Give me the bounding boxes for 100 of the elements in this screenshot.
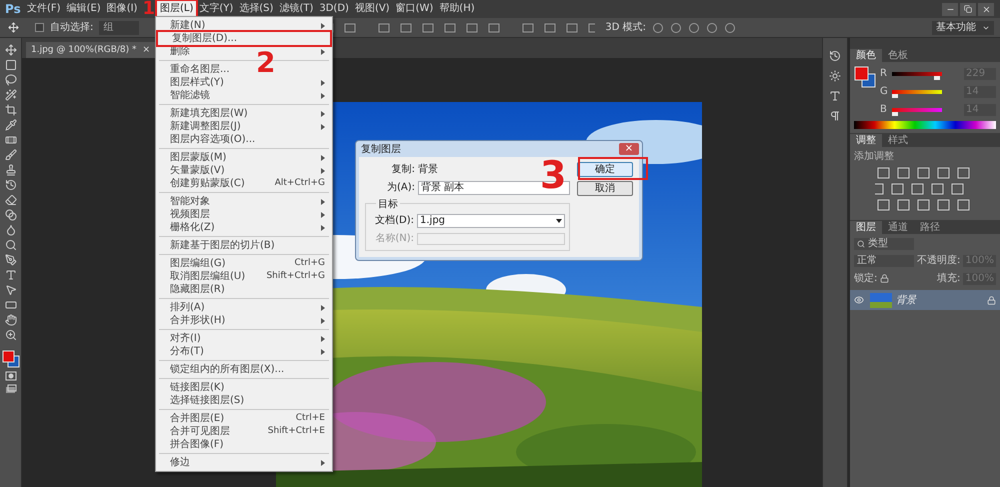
menu-option[interactable]: 新建填充图层(W) <box>156 107 332 120</box>
color-swatches-icon[interactable] <box>854 66 876 88</box>
paragraph-icon[interactable] <box>829 110 841 122</box>
menu-item[interactable]: 窗口(W) <box>392 1 436 17</box>
move-icon[interactable] <box>4 44 16 56</box>
visibility-icon[interactable] <box>854 295 864 305</box>
restore-icon[interactable] <box>960 2 976 16</box>
panel-tab[interactable]: 路径 <box>914 221 946 234</box>
history-icon[interactable] <box>829 50 841 62</box>
menu-option[interactable]: 锁定组内的所有图层(X)... <box>156 363 332 376</box>
menu-option[interactable]: 隐藏图层(R) <box>156 283 332 296</box>
brush-icon[interactable] <box>4 149 16 161</box>
panel-tab[interactable]: 通道 <box>882 221 914 234</box>
menu-item[interactable]: 选择(S) <box>236 1 276 17</box>
submenu-arrow-icon <box>320 48 325 54</box>
menu-option[interactable]: 合并可见图层 Shift+Ctrl+E <box>156 425 332 438</box>
layer-row[interactable]: 背景 <box>850 290 1000 310</box>
stamp-icon[interactable] <box>4 164 16 176</box>
drop-icon[interactable] <box>4 224 16 236</box>
menu-option[interactable]: 图层编组(G) Ctrl+G <box>156 257 332 270</box>
menu-option[interactable]: 复制图层(D)... <box>158 32 330 45</box>
menu-item[interactable]: 3D(D) <box>316 1 352 17</box>
panel-tab[interactable]: 图层 <box>850 221 882 234</box>
menu-option[interactable]: 排列(A) <box>156 301 332 314</box>
menu-option[interactable]: 矢量蒙版(V) <box>156 164 332 177</box>
menu-option[interactable]: 取消图层编组(U) Shift+Ctrl+G <box>156 270 332 283</box>
panel-tab[interactable]: 调整 <box>850 134 882 147</box>
zoom-icon[interactable] <box>4 329 16 341</box>
menu-option[interactable]: 视频图层 <box>156 208 332 221</box>
menu-option[interactable]: 新建(N) <box>156 19 332 32</box>
blend-mode-dropdown[interactable]: 正常 <box>854 254 914 266</box>
menu-option[interactable]: 创建剪贴蒙版(C) Alt+Ctrl+G <box>156 177 332 190</box>
eraser-icon[interactable] <box>4 194 16 206</box>
color-spectrum[interactable] <box>854 121 996 129</box>
menu-option[interactable]: 链接图层(K) <box>156 381 332 394</box>
magnifier-icon[interactable] <box>4 239 16 251</box>
menu-option[interactable]: 选择链接图层(S) <box>156 394 332 407</box>
cancel-button[interactable]: 取消 <box>577 181 633 196</box>
document-dropdown[interactable]: 1.jpg <box>417 214 565 228</box>
menu-option[interactable]: 对齐(I) <box>156 332 332 345</box>
quick-mask-icon[interactable] <box>4 371 16 381</box>
menu-item[interactable]: 编辑(E) <box>64 1 104 17</box>
menu-option[interactable]: 智能对象 <box>156 195 332 208</box>
marquee-icon[interactable] <box>4 59 16 71</box>
pointer-icon[interactable] <box>4 284 16 296</box>
ok-button[interactable]: 确定 <box>577 162 633 177</box>
menu-option[interactable]: 图层样式(Y) <box>156 76 332 89</box>
menu-item[interactable]: 图像(I) <box>104 1 140 17</box>
workspace-dropdown[interactable]: 基本功能 <box>932 20 994 34</box>
slider-thumb[interactable] <box>892 94 898 98</box>
lock-icon[interactable] <box>880 274 890 283</box>
eyedropper-icon[interactable] <box>4 119 16 131</box>
menu-option[interactable]: 图层蒙版(M) <box>156 151 332 164</box>
character-icon[interactable] <box>829 90 841 102</box>
menu-option[interactable]: 分布(T) <box>156 345 332 358</box>
menu-option[interactable]: 合并形状(H) <box>156 314 332 327</box>
move-tool-icon[interactable] <box>8 22 19 33</box>
checkbox[interactable] <box>35 23 44 32</box>
menu-option[interactable]: 新建基于图层的切片(B) <box>156 239 332 252</box>
menu-option[interactable]: 合并图层(E) Ctrl+E <box>156 412 332 425</box>
color-swatches-icon[interactable] <box>2 350 20 368</box>
screen-mode-icon[interactable] <box>4 384 16 394</box>
menu-option[interactable]: 修边 <box>156 456 332 469</box>
menu-option[interactable]: 新建调整图层(J) <box>156 120 332 133</box>
tab-close-button[interactable]: × <box>142 42 150 58</box>
wand-icon[interactable] <box>4 89 16 101</box>
field-label: 文档(D): <box>374 214 414 228</box>
panel-tab[interactable]: 颜色 <box>850 49 882 62</box>
lasso-icon[interactable] <box>4 74 16 86</box>
close-icon[interactable] <box>978 2 994 16</box>
crop-icon[interactable] <box>4 104 16 116</box>
panel-tab[interactable]: 样式 <box>882 134 914 147</box>
slider-thumb[interactable] <box>934 76 940 80</box>
pen-icon[interactable] <box>4 254 16 266</box>
lock-icon <box>987 296 996 304</box>
bandage-icon[interactable] <box>4 134 16 146</box>
slider-thumb[interactable] <box>892 112 898 116</box>
gradient-icon[interactable] <box>4 209 16 221</box>
hand-icon[interactable] <box>4 314 16 326</box>
type-icon[interactable] <box>4 269 16 281</box>
filter-dropdown[interactable]: 类型 <box>854 238 914 250</box>
menu-item[interactable]: 视图(V) <box>352 1 393 17</box>
menu-item[interactable]: 图层(L) <box>156 1 196 17</box>
target-dropdown[interactable]: 组 <box>99 20 140 34</box>
menu-option[interactable]: 智能滤镜 <box>156 89 332 102</box>
rectangle-icon[interactable] <box>4 299 16 311</box>
minimize-icon[interactable] <box>942 2 958 16</box>
history-brush-icon[interactable] <box>4 179 16 191</box>
document-tab[interactable]: 1.jpg @ 100%(RGB/8) * <box>31 42 137 58</box>
menu-item[interactable]: 文件(F) <box>24 1 64 17</box>
panel-tab[interactable]: 色板 <box>882 49 914 62</box>
menu-item[interactable]: 滤镜(T) <box>276 1 316 17</box>
brightness-icon[interactable] <box>829 70 841 82</box>
opacity-label: 不透明度: <box>917 254 960 268</box>
dialog-close-button[interactable]: × <box>619 143 639 155</box>
menu-item[interactable]: 帮助(H) <box>436 1 478 17</box>
menu-item[interactable]: 文字(Y) <box>196 1 236 17</box>
menu-option[interactable]: 拼合图像(F) <box>156 438 332 451</box>
menu-option[interactable]: 栅格化(Z) <box>156 221 332 234</box>
menu-option[interactable]: 图层内容选项(O)... <box>156 133 332 146</box>
